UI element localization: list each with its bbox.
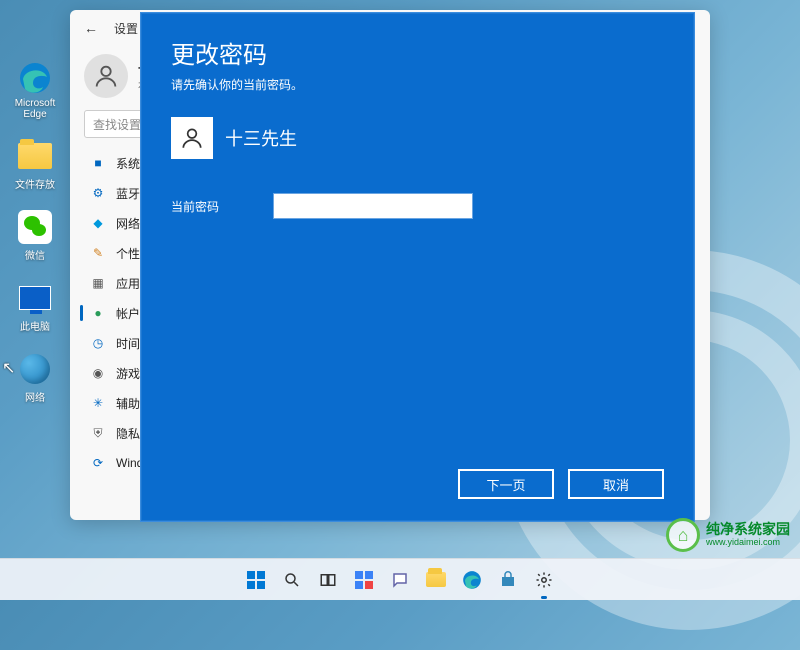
nav-icon: ⚙ (90, 185, 106, 201)
chat-icon[interactable] (385, 565, 415, 595)
nav-icon: ▦ (90, 275, 106, 291)
next-button[interactable]: 下一页 (458, 469, 554, 499)
dialog-username: 十三先生 (225, 125, 297, 151)
desktop-icon-folder[interactable]: 文件存放 (10, 138, 60, 191)
desktop-icon-label: 此电脑 (20, 318, 50, 333)
widgets-icon[interactable] (349, 565, 379, 595)
nav-icon: ⛨ (90, 425, 106, 441)
edge-taskbar-icon[interactable] (457, 565, 487, 595)
desktop-icon-wechat[interactable]: 微信 (10, 209, 60, 262)
nav-icon: ◷ (90, 335, 106, 351)
cancel-button[interactable]: 取消 (568, 469, 664, 499)
settings-taskbar-icon[interactable] (529, 565, 559, 595)
monitor-icon (17, 280, 53, 316)
house-icon: ⌂ (666, 518, 700, 552)
sidebar-item-label: 系统 (116, 155, 140, 172)
watermark-line1: 纯净系统家园 (706, 522, 790, 537)
taskbar (0, 558, 800, 600)
nav-icon: ● (90, 305, 106, 321)
start-button[interactable] (241, 565, 271, 595)
current-password-input[interactable] (273, 193, 473, 219)
sidebar-item-label: 帐户 (116, 305, 140, 322)
folder-icon (17, 138, 53, 174)
desktop-icons: Microsoft Edge 文件存放 微信 此电脑 网络 (10, 60, 60, 404)
search-icon[interactable] (277, 565, 307, 595)
taskview-icon[interactable] (313, 565, 343, 595)
nav-icon: ✳ (90, 395, 106, 411)
watermark: ⌂ 纯净系统家园 www.yidaimei.com (666, 518, 790, 552)
explorer-icon[interactable] (421, 565, 451, 595)
change-password-dialog: 更改密码 请先确认你的当前密码。 十三先生 当前密码 下一页 取消 (140, 12, 695, 522)
edge-icon (17, 60, 53, 96)
sidebar-item-label: 应用 (116, 275, 140, 292)
nav-icon: ◉ (90, 365, 106, 381)
wechat-icon (17, 209, 53, 245)
desktop-icon-edge[interactable]: Microsoft Edge (10, 60, 60, 120)
person-icon (84, 54, 128, 98)
nav-icon: ✎ (90, 245, 106, 261)
store-icon[interactable] (493, 565, 523, 595)
settings-title: 设置 (114, 20, 138, 37)
person-icon (171, 117, 213, 159)
nav-icon: ◆ (90, 215, 106, 231)
back-button[interactable]: ← (78, 16, 104, 40)
dialog-title: 更改密码 (171, 35, 664, 70)
nav-icon: ⟳ (90, 455, 106, 471)
current-password-label: 当前密码 (171, 198, 231, 215)
nav-icon: ■ (90, 155, 106, 171)
sidebar-item-label: 游戏 (116, 365, 140, 382)
desktop-icon-label: 微信 (25, 247, 45, 262)
desktop-icon-label: 文件存放 (15, 176, 55, 191)
watermark-line2: www.yidaimei.com (706, 538, 790, 548)
dialog-subtitle: 请先确认你的当前密码。 (171, 76, 664, 93)
desktop-icon-thispc[interactable]: 此电脑 (10, 280, 60, 333)
globe-icon (17, 351, 53, 387)
desktop-icon-network[interactable]: 网络 (10, 351, 60, 404)
desktop-icon-label: Microsoft Edge (15, 98, 56, 120)
desktop-icon-label: 网络 (25, 389, 45, 404)
